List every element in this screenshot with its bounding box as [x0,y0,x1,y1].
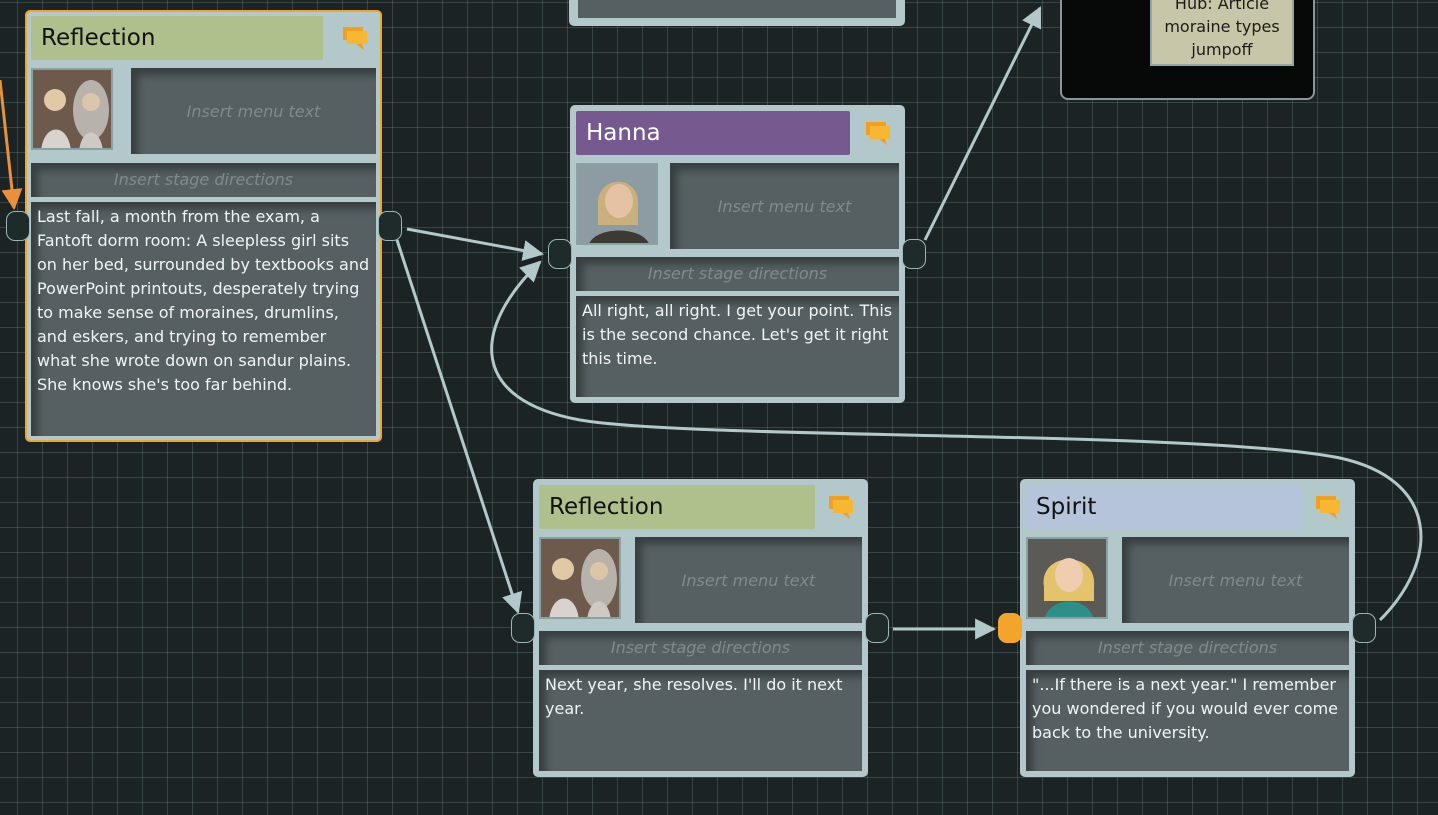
menu-text-field[interactable]: Insert menu text [635,537,862,623]
menu-text-field[interactable]: Insert menu text [1122,537,1349,623]
connection-reflection-to-reflection2 [395,239,523,614]
hanna-portrait [576,163,658,245]
stage-directions-field[interactable]: Insert stage directions [539,631,862,665]
girl-mirror-portrait [539,537,621,619]
dialogue-text[interactable]: Last fall, a month from the exam, a Fant… [31,202,376,436]
connection-reflection-to-hanna [406,227,545,261]
input-pin-active[interactable] [998,613,1022,643]
hub-label: Hub: Article moraine types jumpoff [1150,0,1294,66]
dialogue-text[interactable]: All right, all right. I get your point. … [576,296,899,397]
stage-directions-field[interactable]: Insert stage directions [31,163,376,197]
speech-bubble-icon[interactable] [1315,493,1341,519]
spirit-portrait [1026,537,1108,619]
node-title: Reflection [31,16,323,60]
input-pin[interactable] [511,613,535,643]
output-pin[interactable] [378,211,402,241]
partial-node-body [578,0,896,18]
input-pin[interactable] [548,239,572,269]
connection-hanna-to-hub [923,6,1042,241]
dialogue-text[interactable]: Next year, she resolves. I'll do it next… [539,670,862,771]
node-reflection-2[interactable]: Reflection Insert menu text Insert stage… [533,479,868,777]
node-title: Spirit [1026,485,1302,529]
node-spirit[interactable]: Spirit Insert menu text Insert stage dir… [1020,479,1355,777]
menu-text-field[interactable]: Insert menu text [131,68,376,154]
incoming-connection [0,79,23,211]
girl-mirror-portrait [31,68,113,150]
node-reflection-1[interactable]: Reflection Insert menu text Insert stage… [25,10,382,442]
node-title: Hanna [576,111,850,155]
output-pin[interactable] [1352,613,1376,643]
speech-bubble-icon[interactable] [342,24,368,50]
speech-bubble-icon[interactable] [865,119,891,145]
output-pin[interactable] [865,613,889,643]
input-pin[interactable] [6,211,30,241]
speech-bubble-icon[interactable] [828,493,854,519]
dialogue-text[interactable]: "...If there is a next year." I remember… [1026,670,1349,771]
output-pin[interactable] [902,239,926,269]
node-hanna[interactable]: Hanna Insert menu text Insert stage dire… [570,105,905,403]
stage-directions-field[interactable]: Insert stage directions [1026,631,1349,665]
menu-text-field[interactable]: Insert menu text [670,163,899,249]
stage-directions-field[interactable]: Insert stage directions [576,257,899,291]
node-title: Reflection [539,485,815,529]
